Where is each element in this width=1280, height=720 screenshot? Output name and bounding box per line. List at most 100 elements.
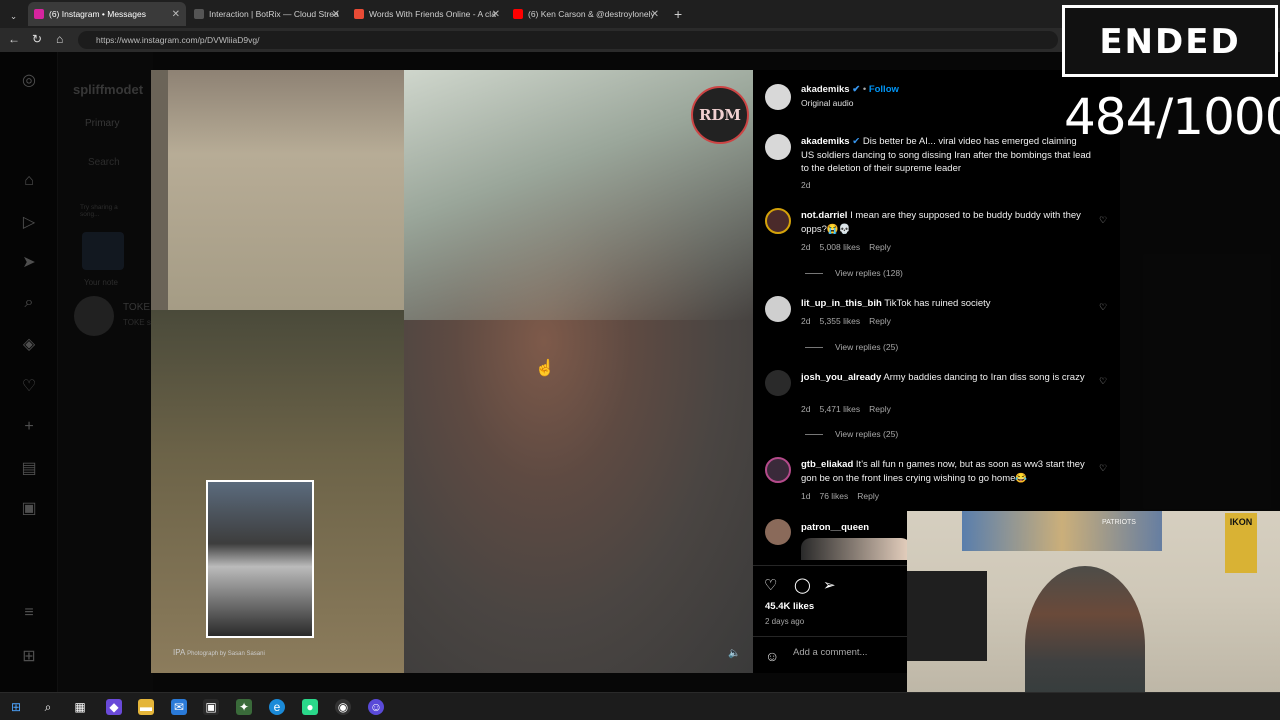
start-icon[interactable]: ⊞ — [8, 699, 24, 715]
close-tab-icon[interactable]: ✕ — [332, 9, 340, 20]
comment-media-thumbnail[interactable] — [801, 538, 911, 560]
audio-label[interactable]: Original audio — [801, 98, 853, 108]
comment-username[interactable]: josh_you_already — [801, 372, 881, 383]
photo-credit: Photograph by Sasan Sasani — [187, 651, 265, 657]
audio-toggle-icon[interactable]: 🔈 — [728, 648, 740, 659]
store-icon[interactable]: ▣ — [203, 699, 219, 715]
view-replies-button[interactable]: View replies (128) — [805, 268, 903, 278]
author-username-text[interactable]: akademiks — [801, 84, 850, 95]
post-media[interactable]: RDM IPA Photograph by Sasan Sasani 🔈 — [151, 70, 753, 673]
view-replies-button[interactable]: View replies (25) — [805, 429, 898, 439]
task-view-icon[interactable]: ▦ — [72, 699, 88, 715]
tab-label: Words With Friends Online - A cla — [369, 9, 496, 19]
tab-list-button[interactable]: ⌄ — [4, 4, 22, 28]
comment-likes[interactable]: 5,471 likes — [819, 404, 860, 414]
comment-avatar[interactable] — [765, 370, 791, 396]
home-icon[interactable]: ⌂ — [56, 32, 63, 46]
caption-text: akademiks ✔ Dis better be AI... viral vi… — [801, 136, 1091, 174]
like-comment-icon[interactable]: ♡ — [1099, 376, 1107, 387]
comment-time: 2d — [801, 404, 811, 414]
likes-count[interactable]: 45.4K likes — [765, 601, 814, 612]
copilot-icon[interactable]: ◆ — [106, 699, 122, 715]
comment-avatar[interactable] — [765, 208, 791, 234]
post-date: 2 days ago — [765, 617, 805, 626]
like-icon[interactable]: ♡ — [764, 576, 777, 594]
obs-icon[interactable]: ◉ — [335, 699, 351, 715]
caption-avatar[interactable] — [765, 134, 791, 160]
comment-time: 2d — [801, 316, 811, 326]
rdm-logo: RDM — [691, 86, 749, 144]
comment-likes[interactable]: 5,355 likes — [819, 316, 860, 326]
follow-button[interactable]: Follow — [869, 84, 899, 95]
comment-icon[interactable]: ◯ — [794, 576, 811, 594]
video-edge-strip — [151, 70, 168, 310]
tab-words-with-friends[interactable]: Words With Friends Online - A cla ✕ — [348, 2, 506, 26]
emoji-icon[interactable]: ☺ — [765, 648, 779, 664]
webcam-feed: PATRIOTS IKON — [907, 511, 1280, 720]
reload-icon[interactable]: ↻ — [32, 32, 42, 46]
view-replies-button[interactable]: View replies (25) — [805, 342, 898, 352]
youtube-favicon-icon — [513, 9, 523, 19]
comment-username[interactable]: lit_up_in_this_bih — [801, 298, 882, 309]
outlook-icon[interactable]: ✉ — [171, 699, 187, 715]
verified-badge-icon: ✔ — [852, 84, 861, 95]
stream-status-banner: ENDED — [1062, 5, 1278, 77]
app-green-icon[interactable]: ● — [302, 699, 318, 715]
tab-instagram[interactable]: (6) Instagram • Messages ✕ — [28, 2, 186, 26]
like-comment-icon[interactable]: ♡ — [1099, 302, 1107, 313]
comment-text: not.darriel I mean are they supposed to … — [801, 209, 1091, 236]
reply-button[interactable]: Reply — [869, 316, 891, 326]
leader-portrait-image — [208, 482, 312, 636]
reply-button[interactable]: Reply — [869, 242, 891, 252]
like-comment-icon[interactable]: ♡ — [1099, 215, 1107, 226]
url-field[interactable]: https://www.instagram.com/p/DVWliiaD9vg/ — [78, 31, 1058, 49]
comment-username[interactable]: gtb_eliakad — [801, 459, 853, 470]
file-explorer-icon[interactable]: ▬ — [138, 699, 154, 715]
leader-portrait — [206, 480, 314, 638]
wwf-favicon-icon — [354, 9, 364, 19]
comment-likes[interactable]: 5,008 likes — [819, 242, 860, 252]
soldiers-dancing-image — [168, 70, 404, 310]
comment-body: Army baddies dancing to Iran diss song i… — [883, 372, 1085, 383]
tab-botrix[interactable]: Interaction | BotRix — Cloud Strea ✕ — [188, 2, 346, 26]
comment-likes[interactable]: 76 likes — [819, 491, 848, 501]
stream-goal-counter: 484/1000 — [1064, 88, 1280, 146]
reply-button[interactable]: Reply — [857, 491, 879, 501]
botrix-favicon-icon — [194, 9, 204, 19]
comment-username[interactable]: not.darriel — [801, 210, 847, 221]
discord-icon[interactable]: ☺ — [368, 699, 384, 715]
comment-text: josh_you_already Army baddies dancing to… — [801, 371, 1091, 385]
comment-time: 1d — [801, 491, 811, 501]
tab-label: (6) Instagram • Messages — [49, 9, 146, 19]
share-icon[interactable]: ➢ — [823, 576, 836, 594]
comment-time: 2d — [801, 242, 811, 252]
photo-watermark: IPA Photograph by Sasan Sasani — [173, 648, 265, 657]
caption-time: 2d — [801, 180, 811, 190]
author-avatar[interactable] — [765, 84, 791, 110]
author-username[interactable]: akademiks ✔ • Follow — [801, 84, 899, 95]
comment-body: TikTok has ruined society — [884, 298, 991, 309]
comment-meta: 2d 5,008 likes Reply — [801, 242, 900, 252]
comment-text: gtb_eliakad It's all fun n games now, bu… — [801, 458, 1091, 485]
comment-avatar[interactable] — [765, 457, 791, 483]
tab-label: (6) Ken Carson & @destroylonely — [528, 9, 655, 19]
tab-label: Interaction | BotRix — Cloud Strea — [209, 9, 339, 19]
new-tab-button[interactable]: + — [668, 2, 688, 26]
tab-youtube[interactable]: (6) Ken Carson & @destroylonely ✕ — [507, 2, 665, 26]
close-tab-icon[interactable]: ✕ — [651, 9, 659, 20]
search-icon[interactable]: ⌕ — [40, 699, 56, 715]
caption-username[interactable]: akademiks — [801, 136, 850, 147]
reply-button[interactable]: Reply — [869, 404, 891, 414]
back-icon[interactable]: ← — [8, 32, 20, 46]
comment-meta: 1d 76 likes Reply — [801, 491, 888, 501]
mouse-cursor-icon: ☝ — [535, 360, 555, 377]
like-comment-icon[interactable]: ♡ — [1099, 463, 1107, 474]
close-tab-icon[interactable]: ✕ — [492, 9, 500, 20]
app-icon[interactable]: ✦ — [236, 699, 252, 715]
comment-avatar[interactable] — [765, 519, 791, 545]
comment-avatar[interactable] — [765, 296, 791, 322]
comment-username[interactable]: patron__queen — [801, 522, 869, 533]
wall-decor: PATRIOTS — [962, 511, 1162, 551]
edge-icon[interactable]: e — [269, 699, 285, 715]
close-tab-icon[interactable]: ✕ — [172, 9, 180, 20]
